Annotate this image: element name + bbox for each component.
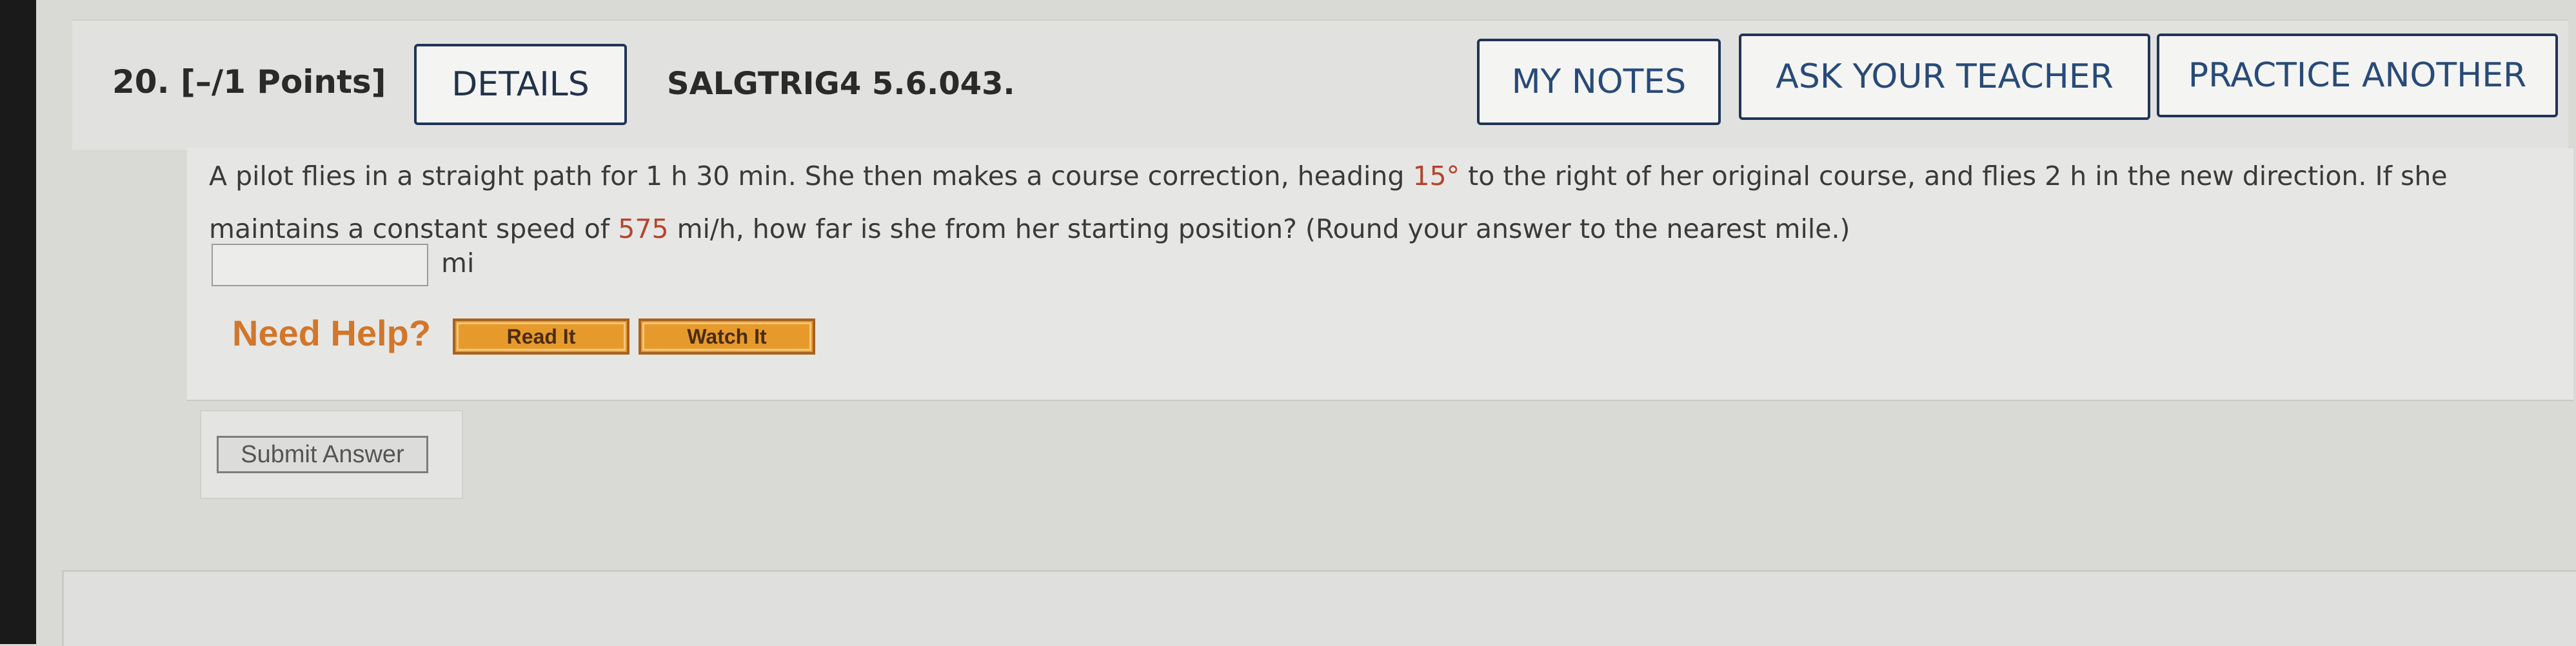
question-reference: SALGTRIG4 5.6.043. [667,66,1015,102]
answer-unit: mi [441,248,475,279]
answer-input[interactable] [212,244,428,286]
question-text-part: mi/h, how far is she from her starting p… [668,213,1850,244]
question-header: 20. [–/1 Points] DETAILS SALGTRIG4 5.6.0… [72,19,2568,150]
my-notes-button[interactable]: MY NOTES [1477,39,1721,125]
practice-another-button[interactable]: PRACTICE ANOTHER [2157,34,2558,117]
question-number-points: 20. [–/1 Points] [112,63,386,101]
ask-your-teacher-button[interactable]: ASK YOUR TEACHER [1739,34,2150,120]
highlight-speed: 575 [618,213,669,244]
details-button[interactable]: DETAILS [414,44,627,125]
need-help-label: Need Help? [232,313,431,353]
read-it-button[interactable]: Read It [453,318,629,355]
question-text: A pilot flies in a straight path for 1 h… [209,150,2557,255]
highlight-angle: 15° [1412,161,1460,191]
submit-answer-button[interactable]: Submit Answer [217,436,428,473]
next-question-panel [62,570,2576,646]
screen-edge [0,0,36,644]
watch-it-button[interactable]: Watch It [639,318,815,355]
question-text-part: A pilot flies in a straight path for 1 h… [209,161,1413,191]
